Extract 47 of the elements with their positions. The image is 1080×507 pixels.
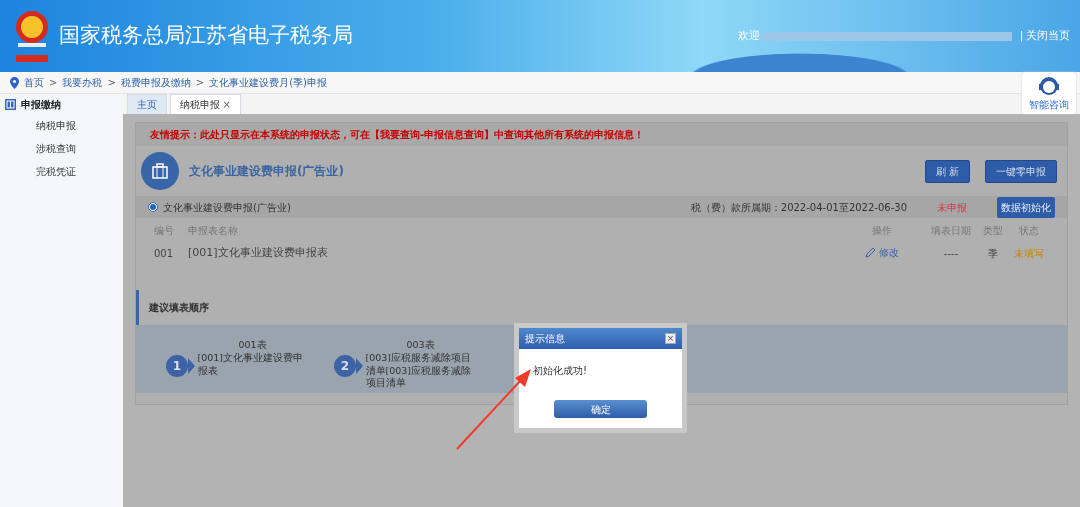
sidebar-item[interactable]: 完税凭证 [0,160,76,183]
sidebar-item[interactable]: 纳税申报 [0,114,76,137]
dialog-title: 提示信息 [525,332,565,346]
divider-text: | [1019,27,1024,44]
table-cell-text: 未填写 [1013,246,1045,261]
briefcase-icon [141,152,179,190]
radio-button[interactable] [148,202,158,212]
notice-text: 友情提示：此处只显示在本系统的申报状态，可在【我要查询-申报信息查询】中查询其他所有系统的申报信息！ [136,123,1067,146]
table-cell-text: 季 [987,246,999,261]
pencil-icon [865,246,877,258]
sidebar-heading: 申报缴纳 [21,97,61,112]
close-button[interactable]: × [665,333,676,344]
tab[interactable]: 纳税申报 × [170,94,241,114]
breadcrumb-separator: > [49,76,58,90]
step-code: 001表 [237,339,268,352]
chevron-icon [188,358,195,374]
smart-consult-button[interactable]: 智能咨询 [1022,72,1076,114]
breadcrumb-separator: > [107,76,116,90]
welcome-text: 欢迎 [737,27,760,44]
tax-period: 税（费）款所属期：2022-04-01至2022-06-30 [690,200,907,215]
breadcrumb-link[interactable]: 税费申报及缴纳 [120,75,191,90]
ok-button[interactable]: 确定 [554,400,647,418]
breadcrumb-link[interactable]: 文化事业建设费月(季)申报 [209,75,327,90]
grid-icon [5,98,16,110]
step-name: [003]应税服务减除项目清单[003]应税服务减除项目清单 [365,351,473,391]
declaration-name: 文化事业建设费申报(广告业) [163,200,291,215]
breadcrumb-link[interactable]: 首页 [24,75,44,90]
tab[interactable]: 主页 [127,94,167,114]
headset-icon [1038,74,1060,97]
action-button[interactable]: 刷 新 [924,159,970,183]
table-cell-text: 001 [154,246,175,261]
breadcrumb-separator: > [195,76,205,90]
table-cell-text: ---- [942,246,960,261]
breadcrumb-link[interactable]: 我要办税 [62,75,103,90]
site-title: 国家税务总局江苏省电子税务局 [59,22,353,50]
sidebar-item[interactable]: 涉税查询 [0,137,76,160]
data-init-button[interactable]: 数据初始化 [997,196,1055,218]
form-title: 文化事业建设费申报(广告业) [189,163,344,180]
location-pin-icon [10,76,19,89]
close-tab-button[interactable]: × [222,99,231,110]
step-name: [001]文化事业建设费申报表 [197,351,305,378]
chevron-icon [356,358,363,374]
declaration-status: 未申报 [937,200,967,215]
step-code: 003表 [405,339,436,352]
action-button[interactable]: 一键零申报 [985,159,1057,183]
dialog-message: 初始化成功! [532,364,588,378]
table-cell-text: [001]文化事业建设费申报表 [188,244,329,261]
